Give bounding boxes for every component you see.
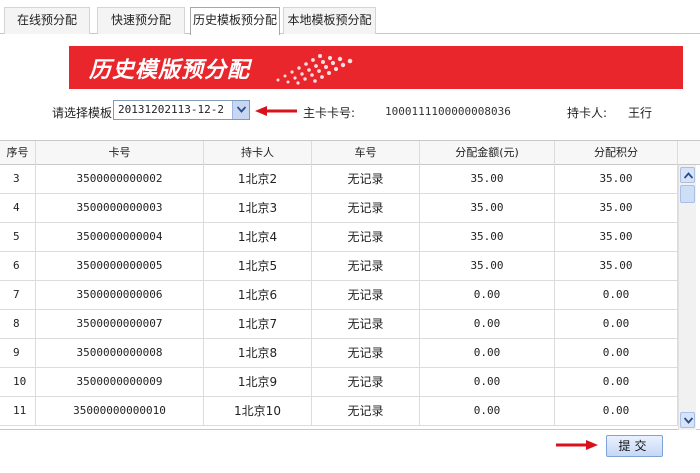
- card-holder-value: 王行: [628, 106, 653, 120]
- card-holder: 1北京7: [204, 310, 312, 339]
- card-holder: 1北京6: [204, 281, 312, 310]
- allocated-amount[interactable]: 0.00: [420, 281, 555, 310]
- submit-button[interactable]: 提交: [606, 435, 663, 457]
- card-holder: 1北京8: [204, 339, 312, 368]
- table-row: 4 3500000000003 1北京3 无记录 35.00 35.00: [0, 194, 678, 223]
- card-number: 3500000000005: [36, 252, 204, 281]
- tab-online-preallocation[interactable]: 在线预分配: [4, 7, 90, 34]
- card-number: 3500000000007: [36, 310, 204, 339]
- card-holder: 1北京2: [204, 165, 312, 194]
- card-holder: 1北京4: [204, 223, 312, 252]
- allocated-amount[interactable]: 0.00: [420, 339, 555, 368]
- card-holder: 1北京9: [204, 368, 312, 397]
- chevron-down-icon[interactable]: [232, 101, 249, 119]
- allocated-amount[interactable]: 0.00: [420, 368, 555, 397]
- row-index: 5: [0, 223, 36, 252]
- column-header-amount: 分配金额(元): [420, 141, 555, 165]
- allocated-amount[interactable]: 0.00: [420, 397, 555, 426]
- scroll-thumb[interactable]: [680, 185, 695, 203]
- banner-dots-decoration: [276, 54, 353, 85]
- left-arrow-icon: [255, 106, 297, 116]
- card-number: 3500000000003: [36, 194, 204, 223]
- allocated-amount[interactable]: 0.00: [420, 310, 555, 339]
- tab-quick-preallocation[interactable]: 快速预分配: [97, 7, 185, 34]
- table-header: 序号 卡号 持卡人 车号 分配金额(元) 分配积分: [0, 141, 700, 165]
- card-holder: 1北京3: [204, 194, 312, 223]
- tab-local-template-preallocation[interactable]: 本地模板预分配: [283, 7, 376, 34]
- template-select[interactable]: 20131202113-12-2: [113, 100, 250, 120]
- row-index: 8: [0, 310, 36, 339]
- vehicle-number: 无记录: [312, 281, 420, 310]
- column-header-index: 序号: [0, 141, 36, 165]
- table-row: 10 3500000000009 1北京9 无记录 0.00 0.00: [0, 368, 678, 397]
- row-index: 6: [0, 252, 36, 281]
- tab-bar: 在线预分配 快速预分配 历史模板预分配 本地模板预分配: [0, 0, 700, 35]
- allocated-points[interactable]: 35.00: [555, 165, 678, 194]
- row-index: 3: [0, 165, 36, 194]
- scroll-down-button[interactable]: [680, 412, 695, 428]
- row-index: 9: [0, 339, 36, 368]
- vehicle-number: 无记录: [312, 252, 420, 281]
- column-header-card-number: 卡号: [36, 141, 204, 165]
- column-header-points: 分配积分: [555, 141, 678, 165]
- card-number: 3500000000004: [36, 223, 204, 252]
- vehicle-number: 无记录: [312, 165, 420, 194]
- card-holder: 1北京10: [204, 397, 312, 426]
- template-label: 请选择模板: [52, 106, 113, 120]
- page-banner: 历史模版预分配: [33, 46, 683, 89]
- card-number: 3500000000009: [36, 368, 204, 397]
- table-row: 5 3500000000004 1北京4 无记录 35.00 35.00: [0, 223, 678, 252]
- template-row: 请选择模板 20131202113-12-2 主卡卡号: 10001111000…: [0, 98, 700, 124]
- table-scrollbar[interactable]: [678, 165, 696, 430]
- allocated-amount[interactable]: 35.00: [420, 165, 555, 194]
- page-title: 历史模版预分配: [89, 57, 251, 83]
- card-number: 35000000000010: [36, 397, 204, 426]
- vehicle-number: 无记录: [312, 194, 420, 223]
- vehicle-number: 无记录: [312, 397, 420, 426]
- scroll-up-button[interactable]: [680, 167, 695, 183]
- right-arrow-icon: [556, 440, 598, 450]
- column-header-vehicle: 车号: [312, 141, 420, 165]
- table-row: 8 3500000000007 1北京7 无记录 0.00 0.00: [0, 310, 678, 339]
- row-index: 10: [0, 368, 36, 397]
- vehicle-number: 无记录: [312, 368, 420, 397]
- table-row: 11 35000000000010 1北京10 无记录 0.00 0.00: [0, 397, 678, 426]
- table-row: 6 3500000000005 1北京5 无记录 35.00 35.00: [0, 252, 678, 281]
- card-number: 3500000000002: [36, 165, 204, 194]
- vehicle-number: 无记录: [312, 223, 420, 252]
- column-header-holder: 持卡人: [204, 141, 312, 165]
- card-number: 3500000000006: [36, 281, 204, 310]
- table-row: 3 3500000000002 1北京2 无记录 35.00 35.00: [0, 165, 678, 194]
- main-card-label: 主卡卡号:: [303, 106, 356, 120]
- table-body: 3 3500000000002 1北京2 无记录 35.00 35.00 4 3…: [0, 165, 678, 430]
- allocated-points[interactable]: 35.00: [555, 194, 678, 223]
- allocated-points[interactable]: 0.00: [555, 368, 678, 397]
- main-card-value: 1000111100000008036: [385, 105, 511, 118]
- tab-history-template-preallocation[interactable]: 历史模板预分配: [190, 7, 280, 35]
- table-row: 9 3500000000008 1北京8 无记录 0.00 0.00: [0, 339, 678, 368]
- allocated-points[interactable]: 35.00: [555, 252, 678, 281]
- template-select-value: 20131202113-12-2: [118, 103, 224, 116]
- table-row: 7 3500000000006 1北京6 无记录 0.00 0.00: [0, 281, 678, 310]
- allocated-points[interactable]: 0.00: [555, 339, 678, 368]
- allocated-points[interactable]: 0.00: [555, 310, 678, 339]
- allocated-points[interactable]: 0.00: [555, 397, 678, 426]
- allocation-table: 序号 卡号 持卡人 车号 分配金额(元) 分配积分 3 350000000000…: [0, 140, 700, 430]
- card-holder: 1北京5: [204, 252, 312, 281]
- allocated-points[interactable]: 35.00: [555, 223, 678, 252]
- row-index: 4: [0, 194, 36, 223]
- vehicle-number: 无记录: [312, 310, 420, 339]
- allocated-amount[interactable]: 35.00: [420, 223, 555, 252]
- vehicle-number: 无记录: [312, 339, 420, 368]
- allocated-amount[interactable]: 35.00: [420, 252, 555, 281]
- row-index: 11: [0, 397, 36, 426]
- row-index: 7: [0, 281, 36, 310]
- banner-left-zone: [33, 46, 69, 89]
- allocated-points[interactable]: 0.00: [555, 281, 678, 310]
- card-holder-label: 持卡人:: [567, 106, 608, 120]
- allocated-amount[interactable]: 35.00: [420, 194, 555, 223]
- card-number: 3500000000008: [36, 339, 204, 368]
